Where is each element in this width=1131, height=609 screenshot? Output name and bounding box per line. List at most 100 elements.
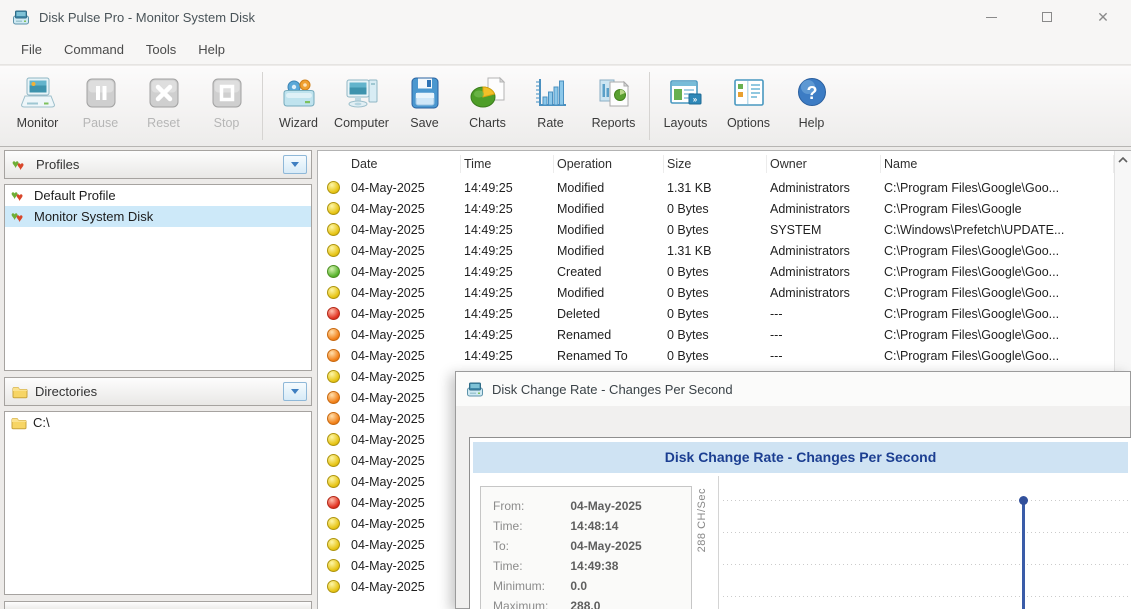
stat-label: Maximum:: [493, 596, 567, 609]
menu-item[interactable]: File: [10, 37, 53, 62]
operation-column-header[interactable]: Operation: [554, 155, 664, 173]
status-dot-icon: [327, 496, 340, 509]
wizard-button[interactable]: Wizard: [267, 66, 330, 146]
stop-button: Stop: [195, 66, 258, 146]
table-row[interactable]: 04-May-2025 14:49:25 Modified 0 Bytes SY…: [318, 219, 1131, 240]
cell-time: 14:49:25: [461, 244, 554, 258]
toolbar-button-label: Pause: [83, 116, 118, 130]
cell-time: 14:49:25: [461, 265, 554, 279]
scroll-up-icon[interactable]: [1115, 151, 1131, 168]
date-column-header[interactable]: Date: [348, 155, 461, 173]
reset-icon: [145, 74, 183, 114]
stat-label: Time:: [493, 556, 567, 576]
options-button[interactable]: Options: [717, 66, 780, 146]
cell-name: C:\Program Files\Google: [881, 202, 1114, 216]
rate-button[interactable]: Rate: [519, 66, 582, 146]
status-dot-icon: [327, 181, 340, 194]
owner-column-header[interactable]: Owner: [767, 155, 881, 173]
stat-label: Time:: [493, 516, 567, 536]
cell-time: 14:49:25: [461, 286, 554, 300]
cell-name: C:\Program Files\Google\Goo...: [881, 349, 1114, 363]
stat-value: 14:49:38: [570, 559, 618, 573]
directory-item[interactable]: C:\: [5, 412, 311, 433]
table-row[interactable]: 04-May-2025 14:49:25 Renamed To 0 Bytes …: [318, 345, 1131, 366]
cell-time: 14:49:25: [461, 349, 554, 363]
dialog-title: Disk Change Rate - Changes Per Second: [492, 382, 733, 397]
profile-item-default[interactable]: ♥♥ Default Profile: [5, 185, 311, 206]
reports-button[interactable]: Reports: [582, 66, 645, 146]
table-row[interactable]: 04-May-2025 14:49:25 Modified 1.31 KB Ad…: [318, 177, 1131, 198]
profiles-list: ♥♥ Default Profile ♥♥ Monitor System Dis…: [4, 184, 312, 371]
cell-time: 14:49:25: [461, 223, 554, 237]
cell-size: 0 Bytes: [664, 307, 767, 321]
gridline: [723, 532, 1131, 533]
profile-icon: ♥♥: [11, 188, 28, 203]
cell-time: 14:49:25: [461, 202, 554, 216]
table-row[interactable]: 04-May-2025 14:49:25 Modified 1.31 KB Ad…: [318, 240, 1131, 261]
toolbar: Monitor Pause Reset Stop Wizard: [0, 66, 1131, 147]
toolbar-group-monitoring: Monitor Pause Reset Stop: [6, 66, 258, 146]
layouts-icon: »: [667, 74, 705, 114]
cell-date: 04-May-2025: [348, 265, 461, 279]
cell-date: 04-May-2025: [348, 202, 461, 216]
cell-date: 04-May-2025: [348, 559, 461, 573]
status-dot-icon: [327, 244, 340, 257]
cell-owner: ---: [767, 328, 881, 342]
table-row[interactable]: 04-May-2025 14:49:25 Modified 0 Bytes Ad…: [318, 282, 1131, 303]
status-column-header[interactable]: [318, 155, 348, 173]
cell-date: 04-May-2025: [348, 475, 461, 489]
computer-icon: [343, 74, 381, 114]
table-row[interactable]: 04-May-2025 14:49:25 Modified 0 Bytes Ad…: [318, 198, 1131, 219]
menu-item[interactable]: Tools: [135, 37, 187, 62]
chart-stats-box: From: 04-May-2025 Time: 14:48:14 To: 04-…: [480, 486, 692, 609]
table-row[interactable]: 04-May-2025 14:49:25 Deleted 0 Bytes ---…: [318, 303, 1131, 324]
pause-icon: [82, 74, 120, 114]
cell-size: 0 Bytes: [664, 328, 767, 342]
computer-button[interactable]: Computer: [330, 66, 393, 146]
rate-icon: [532, 74, 570, 114]
bottom-panel-header: [4, 601, 312, 609]
profile-item-monitor-system-disk[interactable]: ♥♥ Monitor System Disk: [5, 206, 311, 227]
toolbar-button-label: Options: [727, 116, 770, 130]
dialog-title-bar[interactable]: Disk Change Rate - Changes Per Second: [456, 372, 1130, 406]
profiles-dropdown-button[interactable]: [283, 155, 307, 174]
minimize-button[interactable]: [963, 0, 1019, 34]
menu-item[interactable]: Command: [53, 37, 135, 62]
charts-icon: [469, 74, 507, 114]
cell-date: 04-May-2025: [348, 454, 461, 468]
time-column-header[interactable]: Time: [461, 155, 554, 173]
profile-item-label: Monitor System Disk: [34, 209, 153, 224]
size-column-header[interactable]: Size: [664, 155, 767, 173]
cell-owner: Administrators: [767, 244, 881, 258]
close-button[interactable]: ✕: [1075, 0, 1131, 34]
toolbar-button-label: Charts: [469, 116, 506, 130]
stat-label: To:: [493, 536, 567, 556]
toolbar-group-settings: » Layouts Options ? Help: [654, 66, 843, 146]
cell-size: 0 Bytes: [664, 349, 767, 363]
cell-operation: Created: [554, 265, 664, 279]
help-button[interactable]: ? Help: [780, 66, 843, 146]
options-icon: [730, 74, 768, 114]
cell-owner: Administrators: [767, 265, 881, 279]
table-row[interactable]: 04-May-2025 14:49:25 Renamed 0 Bytes ---…: [318, 324, 1131, 345]
cell-owner: ---: [767, 307, 881, 321]
name-column-header[interactable]: Name: [881, 155, 1114, 173]
menu-item[interactable]: Help: [187, 37, 236, 62]
stat-row: Time: 14:48:14: [493, 516, 691, 536]
status-dot-icon: [327, 328, 340, 341]
monitor-button[interactable]: Monitor: [6, 66, 69, 146]
save-button[interactable]: Save: [393, 66, 456, 146]
maximize-button[interactable]: [1019, 0, 1075, 34]
stat-row: From: 04-May-2025: [493, 496, 691, 516]
pause-button: Pause: [69, 66, 132, 146]
reset-button: Reset: [132, 66, 195, 146]
cell-operation: Modified: [554, 244, 664, 258]
charts-button[interactable]: Charts: [456, 66, 519, 146]
monitor-icon: [19, 74, 57, 114]
chart-plot: [718, 476, 1131, 609]
layouts-button[interactable]: » Layouts: [654, 66, 717, 146]
window-controls: ✕: [963, 0, 1131, 34]
table-row[interactable]: 04-May-2025 14:49:25 Created 0 Bytes Adm…: [318, 261, 1131, 282]
profiles-panel-header: ♥♥ Profiles: [4, 150, 312, 179]
directories-dropdown-button[interactable]: [283, 382, 307, 401]
